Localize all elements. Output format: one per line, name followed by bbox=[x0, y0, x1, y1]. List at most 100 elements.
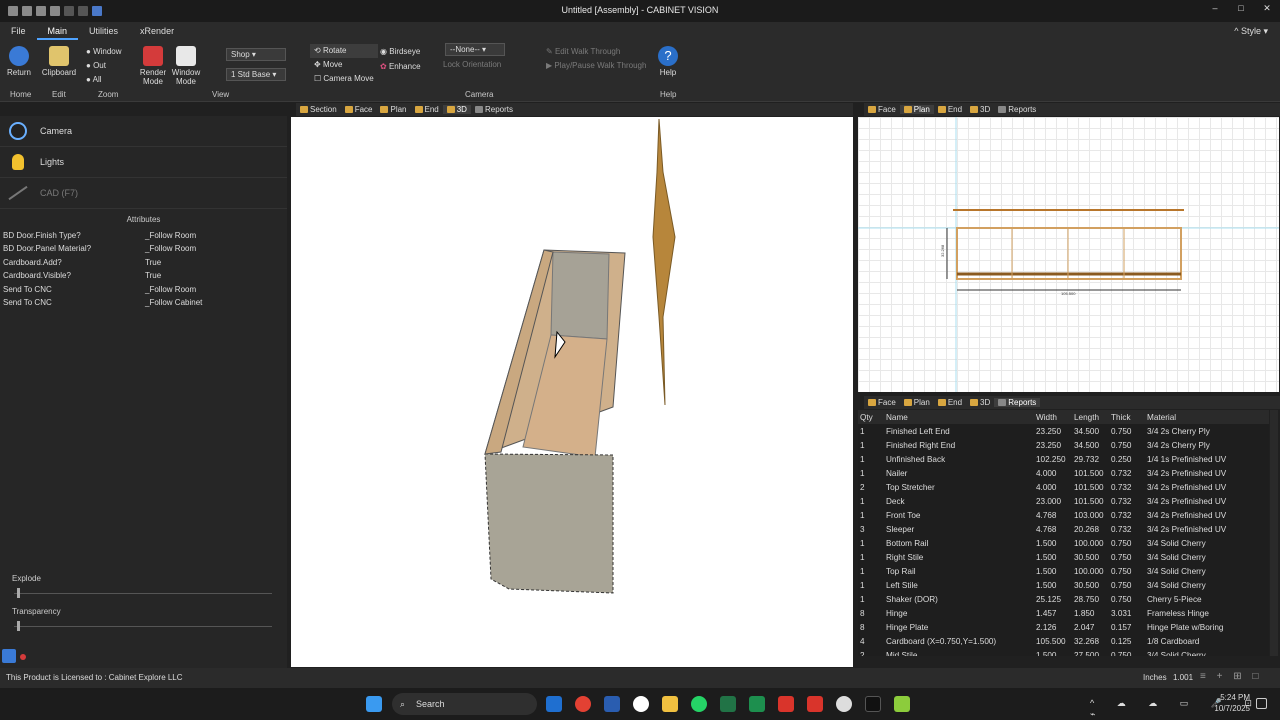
table-row[interactable]: 8 Hinge 1.457 1.850 3.031 Frameless Hinge bbox=[858, 606, 1269, 620]
undo-icon[interactable] bbox=[64, 6, 74, 16]
table-row[interactable]: 2 Mid Stile 1.500 27.500 0.750 3/4 Solid Cher… bbox=[858, 648, 1269, 657]
3d-viewport[interactable] bbox=[291, 117, 853, 667]
transparency-slider-track[interactable] bbox=[14, 626, 272, 627]
table-row[interactable]: 1 Unfinished Back 102.250 29.732 0.250 1/4 1s… bbox=[858, 452, 1269, 466]
table-row[interactable]: 1 Bottom Rail 1.500 100.000 0.750 3/4 Solid C… bbox=[858, 536, 1269, 550]
clipboard-button[interactable]: Clipboard bbox=[40, 46, 78, 77]
table-row[interactable]: 1 Left Stile 1.500 30.500 0.750 3/4 Solid Che… bbox=[858, 578, 1269, 592]
tab-face[interactable]: Face bbox=[864, 398, 900, 407]
print-icon[interactable] bbox=[50, 6, 60, 16]
camera-item[interactable]: Camera bbox=[0, 116, 287, 147]
menu-utilities[interactable]: Utilities bbox=[78, 22, 129, 40]
tab-reports[interactable]: Reports bbox=[994, 398, 1041, 407]
table-row[interactable]: 4 Cardboard (X=0.750,Y=1.500) 105.500 32.26… bbox=[858, 634, 1269, 648]
column-header[interactable]: Qty bbox=[858, 410, 884, 424]
tab-section[interactable]: Section bbox=[296, 105, 341, 114]
excel-icon[interactable] bbox=[749, 696, 765, 712]
clock[interactable]: 5:24 PM 10/7/2025 bbox=[1208, 692, 1250, 714]
attribute-row[interactable]: Send To CNC _Follow Cabinet bbox=[0, 296, 287, 309]
lock-orientation-button[interactable]: Lock Orientation bbox=[443, 60, 501, 69]
attribute-row[interactable]: Cardboard.Add? True bbox=[0, 256, 287, 269]
file-explorer-icon[interactable] bbox=[662, 696, 678, 712]
transparency-slider-knob[interactable] bbox=[17, 621, 20, 631]
app-dark-icon[interactable] bbox=[865, 696, 881, 712]
open-icon[interactable] bbox=[22, 6, 32, 16]
tab-plan[interactable]: Plan bbox=[900, 398, 934, 407]
table-row[interactable]: 8 Hinge Plate 2.126 2.047 0.157 Hinge Plate w… bbox=[858, 620, 1269, 634]
attribute-row[interactable]: BD Door.Panel Material? _Follow Room bbox=[0, 242, 287, 255]
calculator-icon[interactable] bbox=[720, 696, 736, 712]
play-walk-through-button[interactable]: ▶ Play/Pause Walk Through bbox=[546, 59, 646, 73]
camera-preset-dropdown[interactable]: --None-- ▾ bbox=[445, 43, 505, 56]
tab-face[interactable]: Face bbox=[864, 105, 900, 114]
tab-plan[interactable]: Plan bbox=[899, 105, 934, 114]
table-row[interactable]: 1 Finished Left End 23.250 34.500 0.750 3/4 2… bbox=[858, 424, 1269, 438]
plan-viewport[interactable]: 105.500 32.268 bbox=[858, 117, 1279, 392]
move-button[interactable]: ✥ Move bbox=[310, 58, 378, 72]
table-row[interactable]: 2 Top Stretcher 4.000 101.500 0.732 3/4 2s Pr… bbox=[858, 480, 1269, 494]
window-mode-button[interactable]: Window Mode bbox=[170, 46, 202, 86]
tab-reports[interactable]: Reports bbox=[471, 105, 517, 114]
zoom-all-option[interactable]: ● All bbox=[86, 73, 122, 87]
save-icon[interactable] bbox=[36, 6, 46, 16]
view-layout-icons[interactable]: ≡ + ⊞ □ bbox=[1200, 671, 1262, 682]
close-button[interactable]: ✕ bbox=[1254, 0, 1280, 16]
home-icon[interactable] bbox=[2, 649, 16, 663]
maximize-button[interactable]: □ bbox=[1228, 0, 1254, 16]
app-r-icon[interactable] bbox=[604, 696, 620, 712]
explode-slider-knob[interactable] bbox=[17, 588, 20, 598]
taskbar-search[interactable]: ⌕ Search bbox=[392, 693, 537, 715]
notification-bell-icon[interactable] bbox=[1256, 698, 1267, 709]
tab-end[interactable]: End bbox=[934, 398, 966, 407]
column-header[interactable]: Length bbox=[1072, 410, 1109, 424]
table-row[interactable]: 1 Nailer 4.000 101.500 0.732 3/4 2s Prefinish… bbox=[858, 466, 1269, 480]
tab-face[interactable]: Face bbox=[341, 105, 377, 114]
minimize-button[interactable]: – bbox=[1202, 0, 1228, 16]
tab-reports[interactable]: Reports bbox=[994, 105, 1040, 114]
system-tray-icons[interactable]: ^ ☁ ☁ ▭ 🎤 ⊡ ⌁ bbox=[1090, 698, 1280, 720]
customize-icon[interactable] bbox=[92, 6, 102, 16]
redo-icon[interactable] bbox=[78, 6, 88, 16]
return-button[interactable]: Return bbox=[4, 46, 34, 77]
shop-dropdown[interactable]: Shop ▾ bbox=[226, 48, 286, 61]
tab-3d[interactable]: 3D bbox=[442, 105, 471, 114]
style-button[interactable]: ^ Style ▾ bbox=[1234, 26, 1268, 37]
column-header[interactable]: Thick bbox=[1109, 410, 1145, 424]
chatgpt-icon[interactable] bbox=[836, 696, 852, 712]
zoom-window-option[interactable]: ● Window bbox=[86, 45, 122, 59]
render-mode-button[interactable]: Render Mode bbox=[138, 46, 168, 86]
outlook-icon[interactable] bbox=[546, 696, 562, 712]
tab-plan[interactable]: Plan bbox=[376, 105, 410, 114]
table-row[interactable]: 1 Deck 23.000 101.500 0.732 3/4 2s Prefinishe… bbox=[858, 494, 1269, 508]
menu-file[interactable]: File bbox=[0, 22, 37, 40]
lights-item[interactable]: Lights bbox=[0, 147, 287, 178]
app-s-icon[interactable] bbox=[778, 696, 794, 712]
table-row[interactable]: 1 Shaker (DOR) 25.125 28.750 0.750 Cherry 5-P… bbox=[858, 592, 1269, 606]
app-circle-icon[interactable] bbox=[633, 696, 649, 712]
help-button[interactable]: ? Help bbox=[656, 46, 680, 77]
tab-3d[interactable]: 3D bbox=[966, 398, 994, 407]
cabinet-3d-model[interactable] bbox=[291, 117, 853, 667]
table-row[interactable]: 1 Top Rail 1.500 100.000 0.750 3/4 Solid Cher… bbox=[858, 564, 1269, 578]
menu-xrender[interactable]: xRender bbox=[129, 22, 185, 40]
enhance-button[interactable]: ✿ Enhance bbox=[380, 59, 421, 74]
pin-icon[interactable] bbox=[20, 654, 26, 660]
zoom-out-option[interactable]: ● Out bbox=[86, 59, 122, 73]
table-row[interactable]: 3 Sleeper 4.768 20.268 0.732 3/4 2s Prefinish… bbox=[858, 522, 1269, 536]
explode-slider-track[interactable] bbox=[14, 593, 272, 594]
menu-main[interactable]: Main bbox=[36, 22, 79, 40]
table-row[interactable]: 1 Finished Right End 23.250 34.500 0.750 3/4 … bbox=[858, 438, 1269, 452]
app-c-icon[interactable] bbox=[807, 696, 823, 712]
attribute-row[interactable]: BD Door.Finish Type? _Follow Room bbox=[0, 229, 287, 242]
column-header[interactable]: Width bbox=[1034, 410, 1072, 424]
camera-move-checkbox[interactable]: ☐ Camera Move bbox=[310, 72, 378, 86]
column-header[interactable]: Material bbox=[1145, 410, 1269, 424]
chrome-icon[interactable] bbox=[575, 696, 591, 712]
cad-item[interactable]: CAD (F7) bbox=[0, 178, 287, 209]
whatsapp-icon[interactable] bbox=[691, 696, 707, 712]
birdseye-button[interactable]: ◉ Birdseye bbox=[380, 44, 421, 59]
reports-scrollbar[interactable] bbox=[1270, 410, 1278, 656]
std-base-dropdown[interactable]: 1 Std Base ▾ bbox=[226, 68, 286, 81]
tab-end[interactable]: End bbox=[411, 105, 443, 114]
column-header[interactable]: Name bbox=[884, 410, 1034, 424]
